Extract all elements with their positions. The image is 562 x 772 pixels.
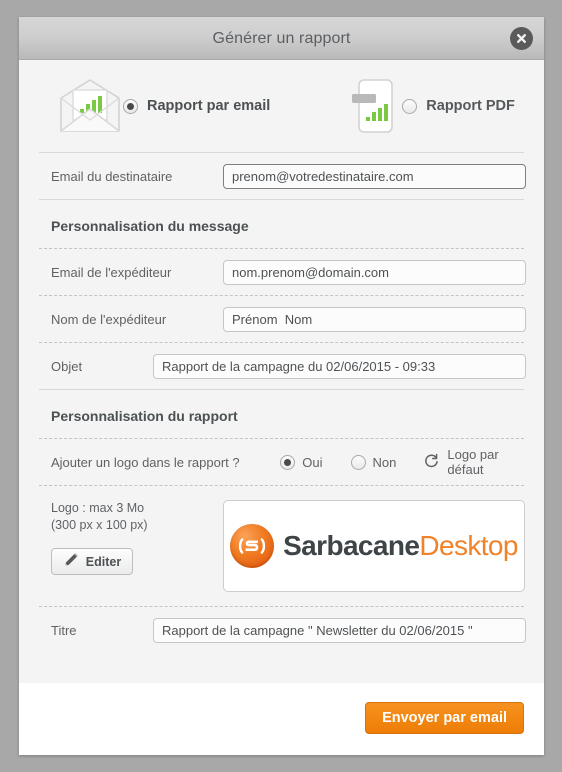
dialog-title: Générer un rapport xyxy=(212,30,351,47)
edit-logo-label: Editer xyxy=(85,554,122,569)
logo-upload-block: Logo : max 3 Mo (300 px x 100 px) Editer xyxy=(37,486,526,606)
title-row: Titre xyxy=(37,607,526,653)
brand-lockup: SarbacaneDesktop xyxy=(230,524,518,568)
envelope-chart-icon xyxy=(57,78,123,134)
pencil-icon xyxy=(63,552,79,571)
report-type-pdf-label[interactable]: Rapport PDF xyxy=(426,98,515,114)
logo-non-label[interactable]: Non xyxy=(373,455,397,470)
sarbacane-circle-icon xyxy=(230,524,275,568)
sender-email-row: Email de l'expéditeur xyxy=(37,249,526,295)
dialog-body: Rapport par email Rapport PDF Email du d… xyxy=(19,60,544,683)
radio-logo-non[interactable] xyxy=(350,454,366,470)
report-title-input[interactable] xyxy=(153,617,526,643)
dialog-footer: Envoyer par email xyxy=(19,683,544,755)
generate-report-dialog: Générer un rapport Rapport par email Rap… xyxy=(19,17,544,755)
subject-input[interactable] xyxy=(153,353,526,379)
recipient-label: Email du destinataire xyxy=(51,168,173,184)
pdf-chart-icon xyxy=(342,77,402,135)
sender-name-row: Nom de l'expéditeur xyxy=(37,296,526,342)
logo-option-non[interactable]: Non xyxy=(350,454,397,470)
brand-name-secondary: Desktop xyxy=(419,530,518,561)
radio-logo-oui[interactable] xyxy=(280,454,296,470)
logo-option-oui[interactable]: Oui xyxy=(280,454,323,470)
close-button[interactable] xyxy=(510,27,533,50)
recipient-email-input[interactable] xyxy=(223,163,526,189)
logo-constraint-size: Logo : max 3 Mo xyxy=(51,501,145,515)
refresh-icon xyxy=(424,453,439,471)
sender-name-label: Nom de l'expéditeur xyxy=(51,311,167,327)
sender-email-input[interactable] xyxy=(223,259,526,285)
logo-constraints: Logo : max 3 Mo (300 px x 100 px) Editer xyxy=(51,500,223,592)
report-type-option-email[interactable]: Rapport par email xyxy=(57,78,270,134)
logo-choice-row: Ajouter un logo dans le rapport ? Oui No… xyxy=(37,439,526,485)
title-label: Titre xyxy=(51,622,77,638)
message-section-heading: Personnalisation du message xyxy=(51,218,249,234)
default-logo-label[interactable]: Logo par défaut xyxy=(447,447,526,477)
edit-logo-button[interactable]: Editer xyxy=(51,548,133,575)
sender-email-label: Email de l'expéditeur xyxy=(51,264,172,280)
logo-preview[interactable]: SarbacaneDesktop xyxy=(223,500,525,592)
dialog-titlebar: Générer un rapport xyxy=(19,17,544,60)
report-type-email-label[interactable]: Rapport par email xyxy=(147,98,270,114)
close-icon xyxy=(515,32,528,45)
subject-label: Objet xyxy=(51,358,83,374)
radio-report-pdf[interactable] xyxy=(402,98,418,114)
brand-name: SarbacaneDesktop xyxy=(283,530,518,562)
send-by-email-button[interactable]: Envoyer par email xyxy=(365,702,524,734)
default-logo-button[interactable]: Logo par défaut xyxy=(424,447,526,477)
report-section-heading: Personnalisation du rapport xyxy=(51,408,238,424)
logo-constraint-dimensions: (300 px x 100 px) xyxy=(51,518,148,532)
subject-row: Objet xyxy=(37,343,526,389)
logo-question-label: Ajouter un logo dans le rapport ? xyxy=(51,454,240,470)
report-type-option-pdf[interactable]: Rapport PDF xyxy=(342,77,515,135)
report-type-chooser: Rapport par email Rapport PDF xyxy=(37,60,526,152)
sender-name-input[interactable] xyxy=(223,306,526,332)
recipient-row: Email du destinataire xyxy=(37,153,526,199)
brand-name-primary: Sarbacane xyxy=(283,530,420,561)
logo-oui-label[interactable]: Oui xyxy=(302,455,322,470)
radio-report-email[interactable] xyxy=(123,98,138,114)
